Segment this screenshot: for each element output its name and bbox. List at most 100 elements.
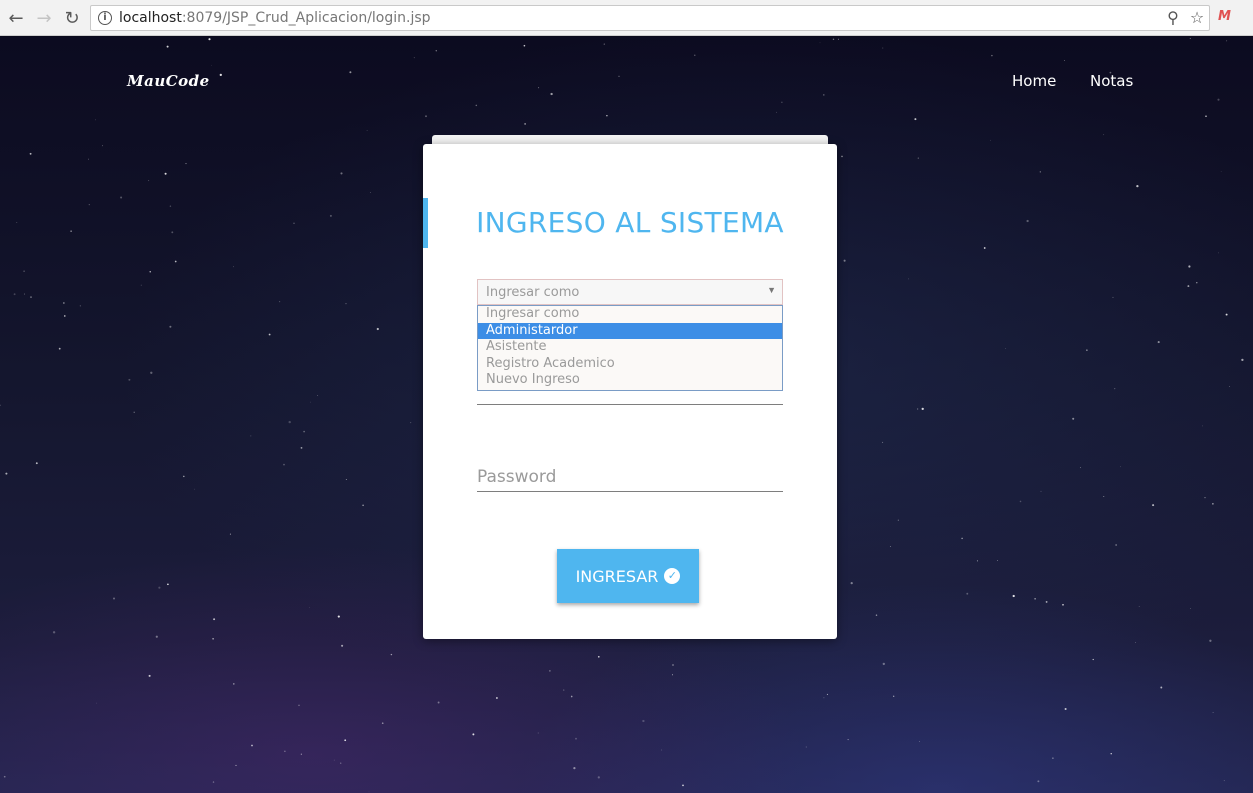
star <box>349 71 352 74</box>
star <box>52 631 56 634</box>
star <box>889 546 891 547</box>
star <box>823 697 825 699</box>
star <box>997 560 998 561</box>
star <box>30 296 32 298</box>
star <box>268 333 271 336</box>
ingresar-button[interactable]: INGRESAR ✓ <box>557 549 699 603</box>
star <box>233 683 235 685</box>
star <box>603 43 605 45</box>
star <box>329 214 332 217</box>
star <box>1157 341 1160 344</box>
login-card: INGRESO AL SISTEMA Ingresar como ▼ Ingre… <box>423 144 837 639</box>
extension-icon[interactable]: M <box>1218 9 1231 24</box>
star <box>1201 425 1203 427</box>
star <box>219 73 222 77</box>
role-option-highlighted[interactable]: Administardor <box>478 322 782 340</box>
back-arrow-icon[interactable]: ← <box>5 7 27 29</box>
star <box>1205 115 1207 118</box>
star-icon[interactable]: ☆ <box>1187 8 1207 28</box>
browser-toolbar: ← → ↻ i localhost:8079/JSP_Crud_Aplicaci… <box>0 0 1253 36</box>
star <box>606 114 608 117</box>
star <box>148 674 151 677</box>
star <box>317 395 319 396</box>
star <box>1114 387 1116 390</box>
star <box>781 101 783 103</box>
star <box>819 42 821 44</box>
reload-icon[interactable]: ↻ <box>61 7 83 29</box>
zoom-icon[interactable]: ⚲ <box>1163 8 1183 28</box>
star <box>1064 707 1067 711</box>
role-select[interactable]: Ingresar como ▼ <box>477 279 783 305</box>
star <box>914 118 917 121</box>
forward-arrow-icon[interactable]: → <box>33 7 55 29</box>
star <box>23 270 25 273</box>
star <box>550 92 553 96</box>
star <box>1079 467 1082 469</box>
star <box>917 408 919 410</box>
star <box>823 94 825 96</box>
role-option[interactable]: Asistente <box>478 339 782 356</box>
star <box>300 753 302 755</box>
star <box>671 663 675 667</box>
star <box>413 57 415 59</box>
star <box>250 435 252 437</box>
star <box>284 750 286 752</box>
url-text[interactable]: localhost:8079/JSP_Crud_Aplicacion/login… <box>119 10 431 26</box>
login-title: INGRESO AL SISTEMA <box>476 206 784 239</box>
star <box>976 560 978 562</box>
nav-link-home[interactable]: Home <box>1012 72 1056 90</box>
check-circle-icon: ✓ <box>664 568 681 584</box>
star <box>875 614 878 616</box>
star <box>897 519 899 521</box>
star <box>475 104 478 107</box>
star <box>293 222 295 224</box>
star <box>1103 495 1105 497</box>
star <box>642 719 645 723</box>
star <box>16 222 18 223</box>
star <box>3 775 6 778</box>
role-option[interactable]: Nuevo Ingreso <box>478 372 782 389</box>
star <box>70 230 72 232</box>
star <box>1196 282 1198 284</box>
star <box>1228 385 1230 387</box>
star <box>1034 598 1036 600</box>
star <box>966 592 969 595</box>
star <box>229 533 231 535</box>
role-option[interactable]: Ingresar como <box>478 306 782 323</box>
star <box>337 615 340 618</box>
star <box>661 749 663 751</box>
star <box>341 644 344 647</box>
brand-logo[interactable]: MauCode <box>127 72 210 90</box>
star <box>1220 170 1222 172</box>
star <box>435 50 437 52</box>
star <box>1136 184 1139 188</box>
star <box>288 420 291 424</box>
star <box>495 697 498 699</box>
password-input[interactable] <box>477 462 783 492</box>
star <box>300 446 303 449</box>
star <box>376 327 379 331</box>
star <box>140 284 142 286</box>
nav-link-notas[interactable]: Notas <box>1090 72 1133 90</box>
star <box>340 172 343 175</box>
star <box>309 607 310 608</box>
address-bar[interactable]: i localhost:8079/JSP_Crud_Aplicacion/log… <box>90 5 1210 31</box>
star <box>1064 60 1065 61</box>
star <box>1012 594 1015 598</box>
info-icon[interactable]: i <box>98 11 112 25</box>
dropdown-arrow-icon: ▼ <box>767 285 776 295</box>
star <box>174 260 177 263</box>
star <box>524 123 526 125</box>
star <box>1026 219 1029 223</box>
star <box>166 45 169 48</box>
role-option[interactable]: Registro Academico <box>478 356 782 373</box>
star <box>1019 500 1022 503</box>
star <box>279 301 281 303</box>
star <box>1045 600 1048 603</box>
ingresar-button-label: INGRESAR <box>575 566 659 586</box>
star <box>907 278 909 280</box>
star <box>961 537 963 540</box>
star <box>1112 296 1114 298</box>
star <box>1037 780 1040 783</box>
star <box>155 635 158 638</box>
